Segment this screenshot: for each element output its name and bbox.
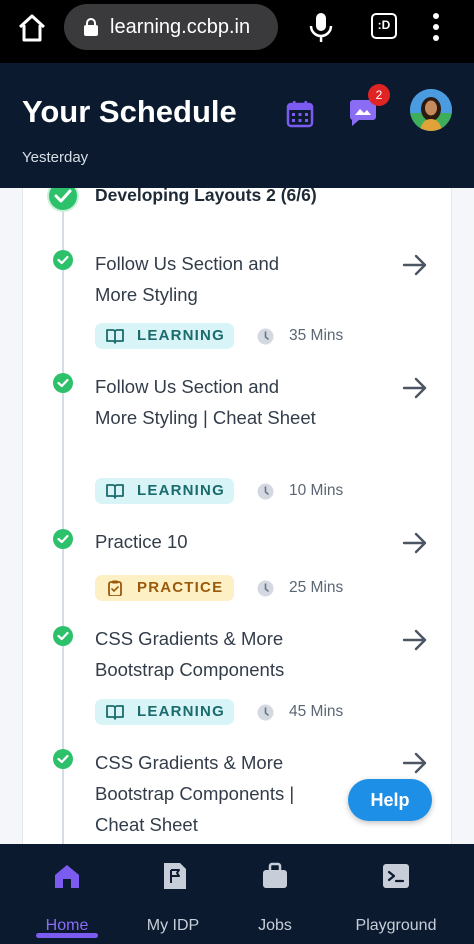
tag-label: PRACTICE [137,579,224,596]
book-icon [106,329,124,344]
check-circle-icon [53,626,73,646]
bottom-nav: Home My IDP Jobs Playground [0,844,474,944]
item-title[interactable]: CSS Gradients & More Bootstrap Component… [95,747,325,840]
address-bar[interactable]: learning.ccbp.in [64,4,278,50]
section-title: Developing Layouts 2 (6/6) [95,188,317,205]
page-title: Your Schedule [22,94,237,129]
tabs-icon[interactable]: :D [371,13,397,39]
nav-label: Playground [355,917,437,934]
arrow-right-icon[interactable] [402,751,428,775]
item-title[interactable]: Follow Us Section and More Styling [95,248,325,310]
clock-icon [257,580,274,597]
mic-icon[interactable] [308,12,334,42]
check-circle-icon [53,529,73,549]
schedule-content[interactable]: Developing Layouts 2 (6/6) Follow Us Sec… [0,188,474,844]
practice-tag: PRACTICE [95,575,234,601]
browser-toolbar: learning.ccbp.in :D [0,0,474,63]
arrow-right-icon[interactable] [402,531,428,555]
check-circle-icon [53,250,73,270]
page-subtitle: Yesterday [22,149,89,166]
home-icon [55,865,79,888]
calendar-icon[interactable] [286,100,314,128]
check-circle-icon [53,749,73,769]
arrow-right-icon[interactable] [402,628,428,652]
item-title[interactable]: Follow Us Section and More Styling | Che… [95,371,325,433]
learning-tag: LEARNING [95,699,234,725]
nav-label: Jobs [258,917,292,934]
more-vertical-icon[interactable] [430,12,442,42]
home-icon[interactable] [16,12,48,44]
learning-tag: LEARNING [95,478,234,504]
section-complete-icon [47,188,79,212]
avatar[interactable] [410,89,452,131]
app-header: Your Schedule Yesterday 2 [0,63,474,188]
avatar-image [410,89,452,131]
tag-label: LEARNING [137,482,225,499]
help-button[interactable]: Help [348,779,432,821]
book-icon [106,484,124,499]
item-title[interactable]: Practice 10 [95,526,325,557]
nav-item-home[interactable]: Home [24,862,110,934]
item-duration: 10 Mins [289,482,344,499]
item-title[interactable]: CSS Gradients & More Bootstrap Component… [95,623,325,685]
nav-item-jobs[interactable]: Jobs [232,862,318,934]
check-circle-icon [53,373,73,393]
clock-icon [257,704,274,721]
learning-tag: LEARNING [95,323,234,349]
tag-label: LEARNING [137,703,225,720]
active-nav-indicator [36,933,98,938]
arrow-right-icon[interactable] [402,253,428,277]
tabs-counter: :D [371,13,397,39]
briefcase-icon [263,862,287,888]
flag-document-icon [164,863,186,889]
nav-item-my-idp[interactable]: My IDP [130,862,216,934]
lock-icon [84,18,98,36]
clock-icon [257,328,274,345]
notification-badge: 2 [368,84,390,106]
terminal-icon [383,864,409,888]
clock-icon [257,483,274,500]
nav-item-playground[interactable]: Playground [344,862,448,934]
item-duration: 25 Mins [289,579,344,596]
url-text: learning.ccbp.in [110,16,251,38]
nav-label: My IDP [146,917,200,934]
tag-label: LEARNING [137,327,225,344]
arrow-right-icon[interactable] [402,376,428,400]
item-duration: 45 Mins [289,703,344,720]
clipboard-icon [108,580,122,596]
book-icon [106,705,124,720]
item-duration: 35 Mins [289,327,344,344]
